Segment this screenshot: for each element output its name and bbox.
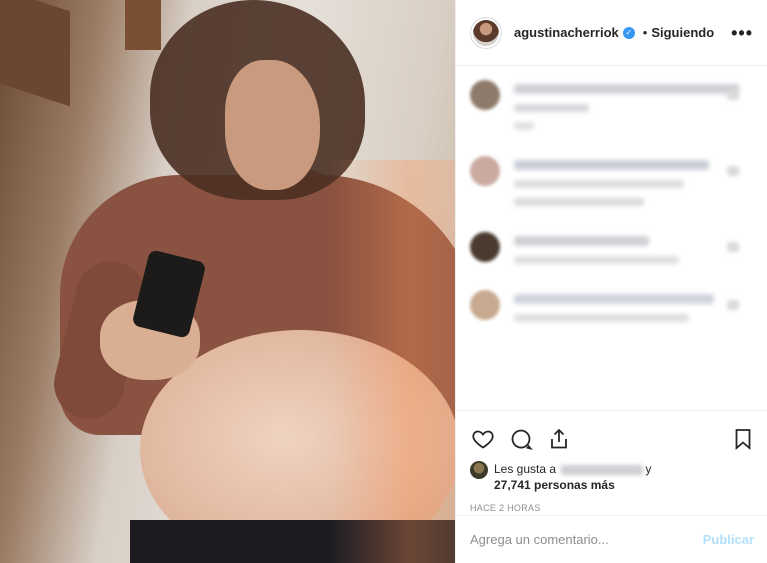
add-comment-bar: Publicar <box>456 515 767 563</box>
comment-text-blurred <box>514 198 644 206</box>
comment-text-blurred <box>514 122 534 130</box>
heart-icon[interactable] <box>470 426 496 452</box>
likes-prefix: Les gusta a <box>494 462 557 476</box>
more-options-icon[interactable]: ••• <box>731 24 753 42</box>
comment-text-blurred <box>514 160 709 170</box>
comment-text-blurred <box>514 104 589 112</box>
comment-row <box>470 290 753 332</box>
photo-face <box>225 60 320 190</box>
author-avatar[interactable] <box>470 16 502 49</box>
comment-like-icon[interactable] <box>727 300 739 310</box>
comment-row <box>470 80 753 140</box>
comment-text-blurred <box>514 256 679 264</box>
author-username[interactable]: agustinacherriok <box>514 25 619 40</box>
verified-badge-icon: ✓ <box>622 26 635 39</box>
likes-suffix: y <box>645 462 652 476</box>
comment-like-icon[interactable] <box>727 242 739 252</box>
comment-row <box>470 156 753 216</box>
likes-count[interactable]: 27,741 personas más <box>494 478 615 492</box>
commenter-avatar[interactable] <box>470 80 500 110</box>
following-button[interactable]: Siguiendo <box>651 25 714 40</box>
separator-dot: • <box>642 25 648 40</box>
liker-avatar[interactable] <box>470 461 488 479</box>
comment-input[interactable] <box>470 532 693 547</box>
comment-row <box>470 232 753 274</box>
comment-list[interactable] <box>456 66 767 412</box>
publish-button[interactable]: Publicar <box>703 532 754 547</box>
likes-summary: Les gusta a y 27,741 personas más <box>470 461 756 493</box>
comment-like-icon[interactable] <box>727 90 739 100</box>
comment-like-icon[interactable] <box>727 166 739 176</box>
post-timestamp: HACE 2 HORAS <box>470 503 541 513</box>
bookmark-icon[interactable] <box>730 426 756 452</box>
comment-text-blurred <box>514 84 739 94</box>
ceiling-beam <box>0 0 70 107</box>
liker-name-blurred[interactable] <box>561 464 644 475</box>
comment-text-blurred <box>514 294 714 304</box>
post-photo[interactable] <box>0 0 455 563</box>
action-bar: Les gusta a y 27,741 personas más HACE 2… <box>456 410 767 513</box>
commenter-avatar[interactable] <box>470 156 500 186</box>
comment-text-blurred <box>514 236 649 246</box>
light-flare <box>330 160 455 563</box>
share-icon[interactable] <box>546 426 572 452</box>
comment-text-blurred <box>514 314 689 322</box>
ceiling-beam <box>125 0 161 50</box>
commenter-avatar[interactable] <box>470 290 500 320</box>
post-header: agustinacherriok ✓ • Siguiendo ••• <box>456 0 767 66</box>
comment-icon[interactable] <box>508 426 534 452</box>
comment-text-blurred <box>514 180 684 188</box>
post-sidebar: agustinacherriok ✓ • Siguiendo ••• Les g… <box>455 0 767 563</box>
commenter-avatar[interactable] <box>470 232 500 262</box>
